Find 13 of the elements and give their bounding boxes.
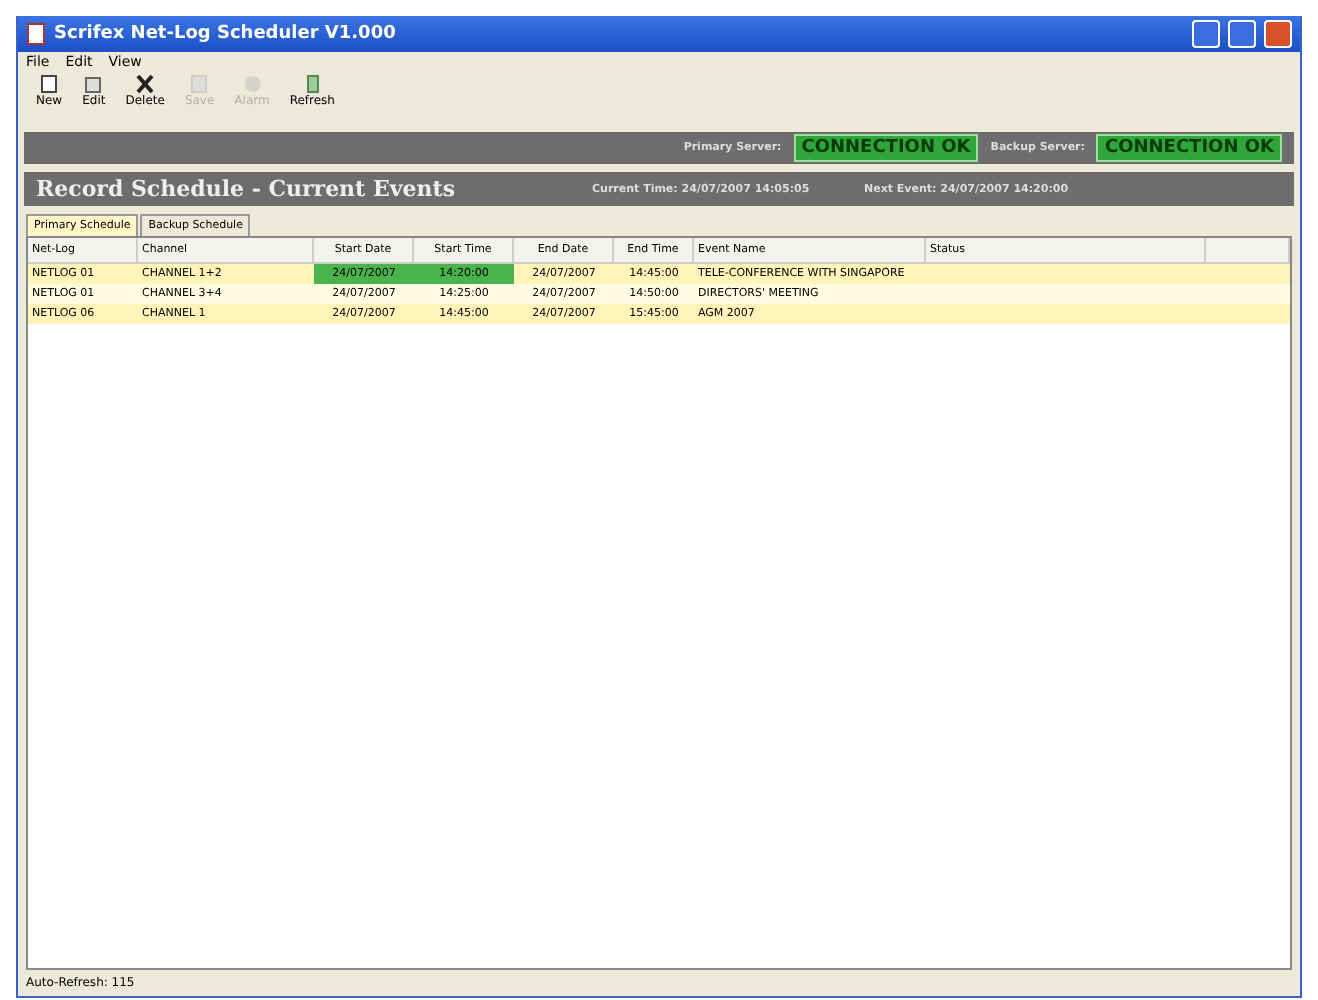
connection-status: CONNECTION OK — [793, 134, 979, 162]
edit-icon — [84, 74, 103, 94]
minimize-button[interactable] — [1192, 20, 1220, 48]
window-title: Scrifex Net-Log Scheduler V1.000 — [54, 24, 398, 44]
maximize-button[interactable] — [1228, 20, 1256, 48]
save-icon — [190, 74, 209, 94]
connection-status: CONNECTION OK — [1096, 134, 1282, 162]
close-icon — [136, 74, 155, 94]
refresh-icon — [303, 74, 322, 94]
schedule-title: Record Schedule - Current Events — [36, 176, 458, 202]
document-icon — [40, 74, 59, 94]
app-icon — [26, 22, 46, 46]
close-button[interactable] — [1264, 20, 1292, 48]
